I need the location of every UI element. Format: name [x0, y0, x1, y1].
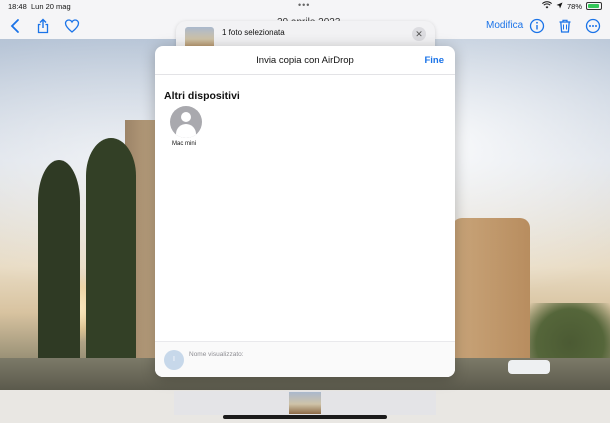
close-icon[interactable]: ✕: [412, 27, 426, 41]
location-icon: [556, 2, 563, 11]
share-icon[interactable]: [35, 18, 51, 34]
trash-icon[interactable]: [557, 18, 573, 34]
multitasking-dots[interactable]: •••: [298, 0, 310, 10]
info-icon[interactable]: [529, 18, 545, 34]
status-right: 78%: [542, 1, 602, 11]
photo-cypress-tree: [86, 138, 136, 390]
status-date: Lun 20 mag: [31, 2, 71, 11]
more-icon[interactable]: [585, 18, 601, 34]
airdrop-device-mac-mini[interactable]: Mac mini: [168, 106, 204, 147]
airdrop-sheet-footer: I Nome visualizzato:: [155, 341, 455, 377]
selection-count-title: 1 foto selezionata: [222, 28, 285, 37]
airdrop-title: Invia copia con AirDrop: [256, 55, 354, 66]
airdrop-sheet-header: Invia copia con AirDrop Fine: [155, 46, 455, 75]
photo-cypress-tree: [38, 160, 80, 390]
status-bar: 18:48 Lun 20 mag ••• 78%: [0, 0, 610, 12]
photo-colosseum-right: [452, 218, 530, 368]
thumbnail-current-photo[interactable]: [289, 392, 321, 414]
battery-icon: [586, 2, 602, 10]
heart-icon[interactable]: [64, 18, 80, 34]
device-avatar-icon: [170, 106, 202, 138]
display-name-label: Nome visualizzato:: [189, 351, 244, 358]
wifi-icon: [542, 1, 552, 11]
battery-percent: 78%: [566, 1, 582, 11]
status-time: 18:48: [8, 2, 27, 11]
edit-button[interactable]: Modifica: [486, 20, 523, 31]
home-indicator[interactable]: [223, 415, 387, 419]
device-label: Mac mini: [171, 141, 196, 147]
user-avatar: I: [164, 350, 184, 370]
photo-car: [508, 360, 550, 374]
airdrop-sheet: Invia copia con AirDrop Fine Altri dispo…: [155, 46, 455, 377]
other-devices-heading: Altri dispositivi: [164, 90, 240, 102]
done-button[interactable]: Fine: [424, 55, 444, 66]
back-chevron-icon[interactable]: [8, 18, 24, 34]
